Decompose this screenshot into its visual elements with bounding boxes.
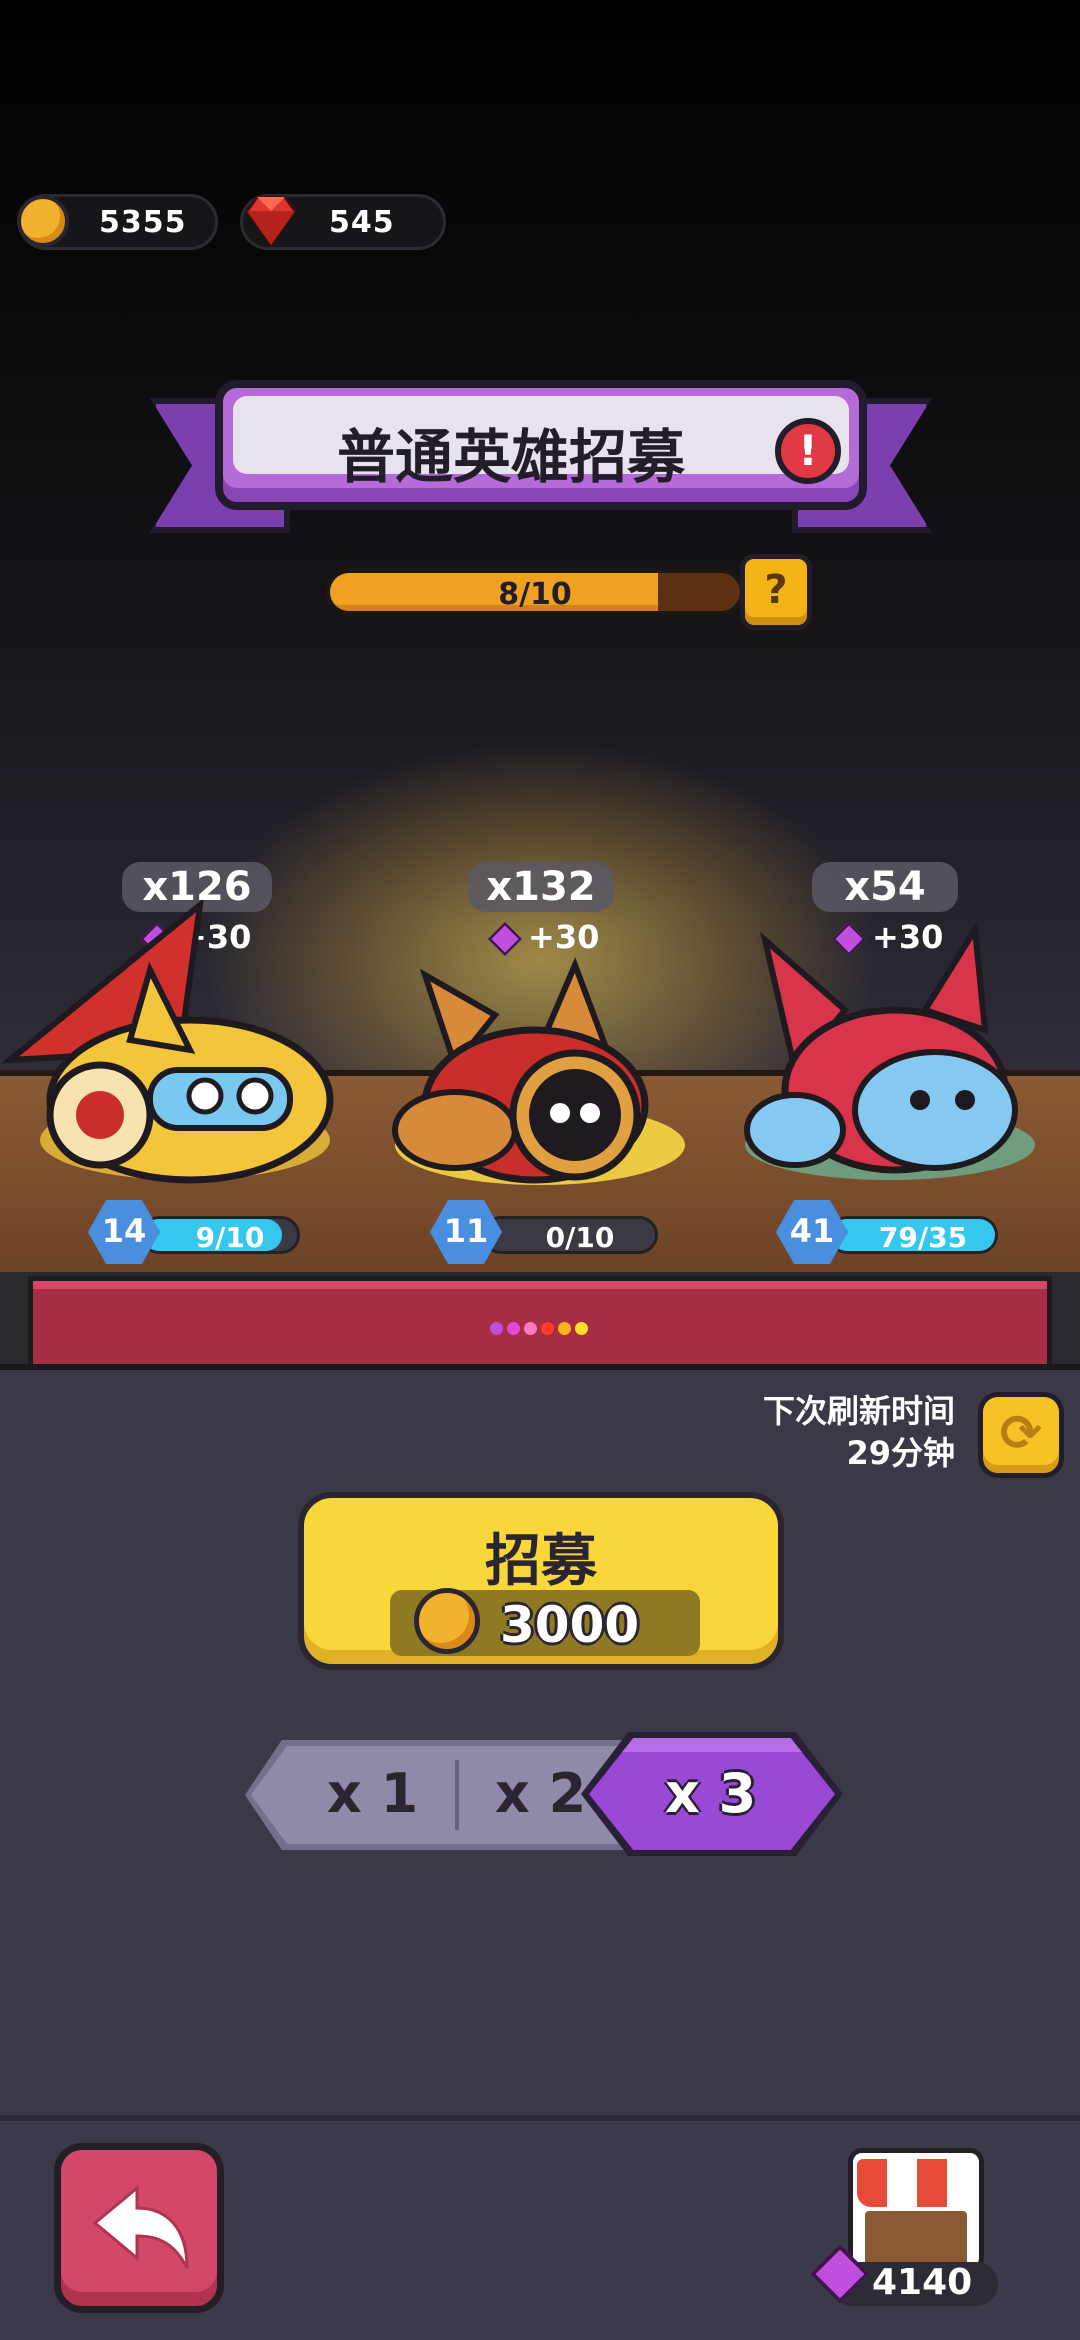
coin-counter: 5355 [17,194,218,250]
page-dot[interactable] [524,1322,537,1335]
page-dot[interactable] [507,1322,520,1335]
gem-amount: 545 [329,205,395,240]
shop-button[interactable] [848,2148,984,2272]
recruit-cost-amount: 3000 [500,1596,640,1654]
page-dot[interactable] [575,1322,588,1335]
gem-counter: 545 [240,194,446,250]
coin-icon [17,195,69,247]
multiplier-x1[interactable]: x 1 [327,1762,418,1825]
ruby-icon [245,195,297,248]
help-button[interactable]: ? [740,554,812,630]
recruit-screen: 5355 545 普通英雄招募 ! 8/10 ? x126 +30 9/10 1… [0,0,1080,2340]
hero-level-2: 0/10 11 [430,1200,660,1264]
hero-shard-bar-1: 9/10 [140,1216,300,1254]
hero-3-sprite [744,920,1018,1174]
carousel-strip [0,1272,1080,1370]
hero-level-1: 9/10 14 [88,1200,308,1264]
back-button[interactable] [54,2143,224,2313]
hero-shard-bar-3: 79/35 [828,1216,998,1254]
hero-shard-bar-2: 0/10 [482,1216,658,1254]
coin-amount: 5355 [99,205,187,240]
banner-title: 普通英雄招募 [336,423,685,491]
coin-icon [414,1588,480,1654]
hero-count-2: x132 [468,862,614,912]
refresh-label: 下次刷新时间 [762,1392,955,1430]
hero-level-3: 79/35 41 [776,1200,1006,1264]
multiplier-x2[interactable]: x 2 [495,1762,586,1825]
recruit-label: 招募 [485,1529,597,1594]
alert-icon[interactable]: ! [775,418,841,484]
page-dot[interactable] [541,1322,554,1335]
hero-2-sprite [392,956,649,1184]
recruit-banner: 普通英雄招募 ! [215,380,867,510]
recruit-button[interactable]: 招募 3000 [298,1492,784,1670]
recruit-progress-text: 8/10 [498,577,572,612]
gem-icon [488,922,522,956]
page-dot[interactable] [558,1322,571,1335]
hero-1[interactable] [0,900,340,1190]
refresh-timer: 下次刷新时间 29分钟 [763,1390,955,1474]
hero-1-sprite [0,900,334,1184]
hero-3[interactable] [735,920,1045,1190]
refresh-icon: ⟳ [1000,1404,1042,1462]
page-dot[interactable] [490,1322,503,1335]
hero-bonus-2: +30 [488,918,599,958]
recruit-cost: 3000 [390,1588,700,1656]
refresh-button[interactable]: ⟳ [978,1392,1064,1478]
back-arrow-icon [92,2184,189,2269]
hero-2[interactable] [385,955,695,1195]
shop-icon [857,2159,975,2207]
multiplier-x3-selected[interactable]: x 3 [665,1762,756,1825]
multiplier-selector: x 1 x 2 x 3 [245,1732,845,1856]
recruit-progress-bar: 8/10 [325,568,745,616]
refresh-time: 29分钟 [846,1434,955,1472]
shop-gem-amount: 4140 [872,2262,973,2303]
help-icon: ? [764,567,788,613]
hero-count-3: x54 [812,862,958,912]
